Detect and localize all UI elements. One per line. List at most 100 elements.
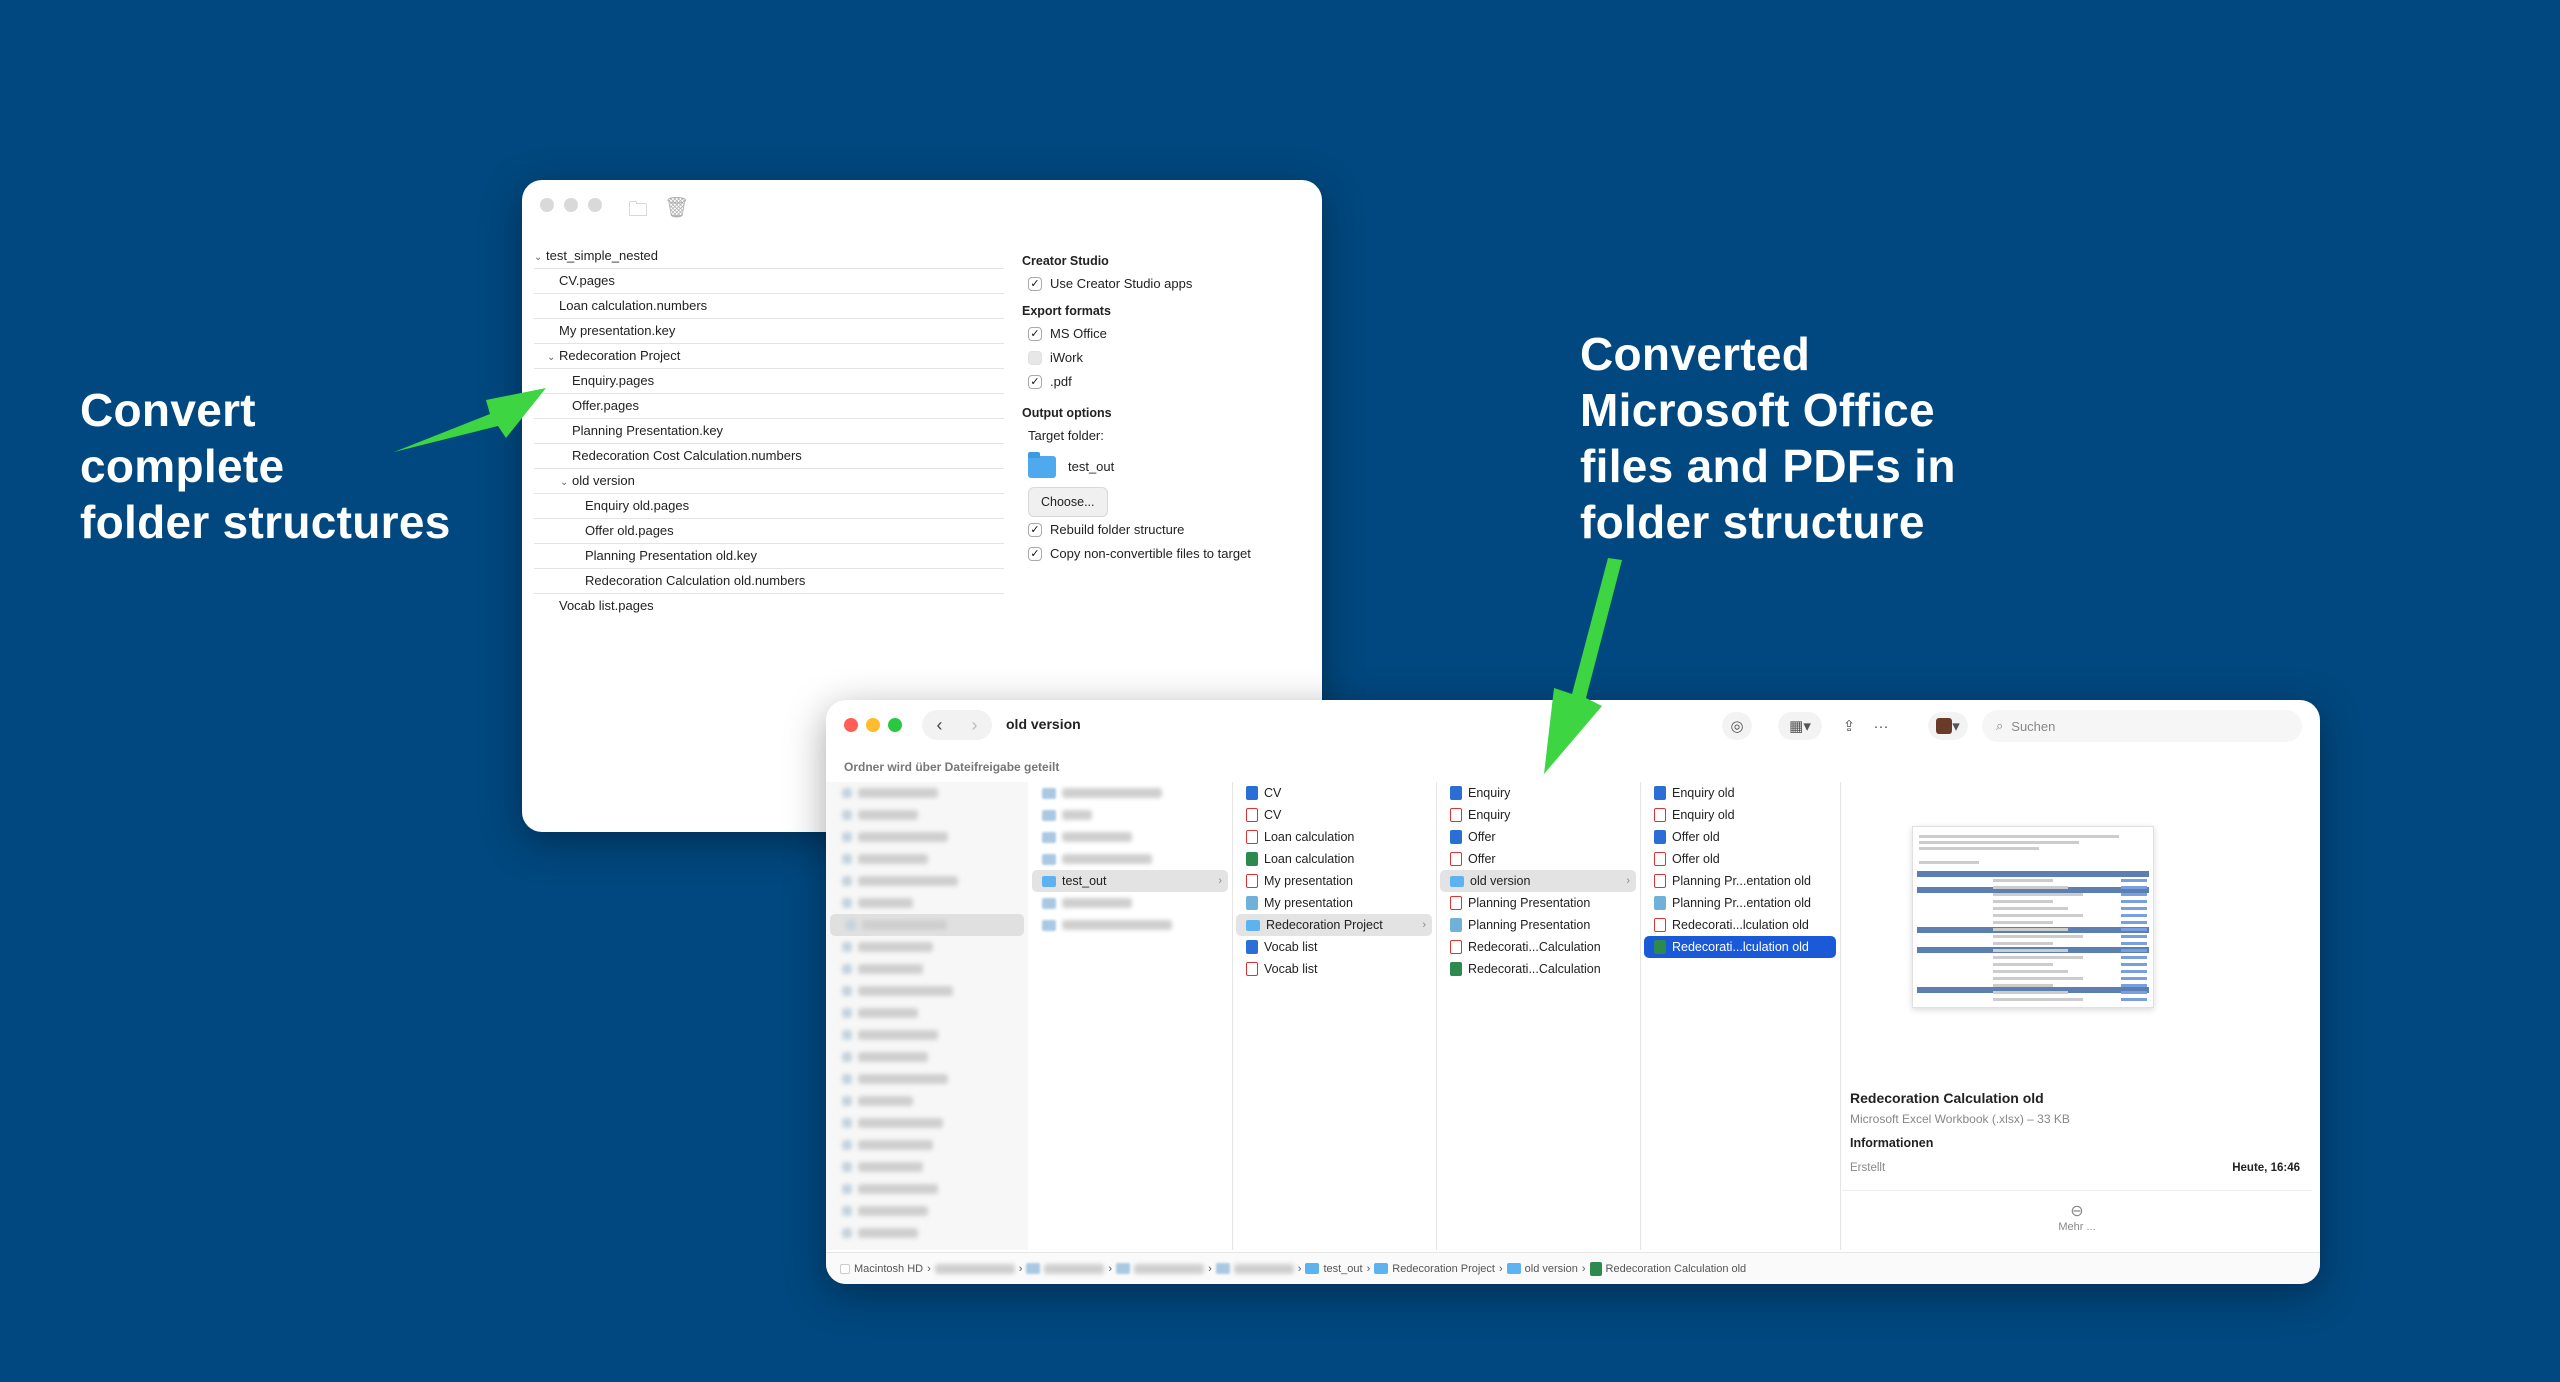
list-item[interactable] — [1032, 804, 1228, 826]
file-item[interactable]: Planning Presentation — [1440, 892, 1636, 914]
list-item[interactable]: test_out › — [1032, 870, 1228, 892]
file-item[interactable]: Planning Pr...entation old — [1644, 892, 1836, 914]
file-item[interactable]: Redecorati...lculation old — [1644, 936, 1836, 958]
tree-row[interactable]: Redecoration Cost Calculation.numbers — [534, 444, 1004, 469]
path-item[interactable]: Redecoration Calculation old — [1606, 1263, 1747, 1275]
share-icon[interactable]: ⇪ — [1834, 712, 1864, 740]
tree-row[interactable]: Enquiry.pages — [534, 369, 1004, 394]
tree-row[interactable]: Offer old.pages — [534, 519, 1004, 544]
column-old-version[interactable]: Enquiry old Enquiry old Offer old Offer old… — [1640, 782, 1841, 1250]
path-item[interactable]: Macintosh HD — [854, 1263, 923, 1275]
disclosure-icon[interactable]: ⌄ — [547, 346, 559, 370]
sidebar-item[interactable] — [826, 1112, 1028, 1134]
more-button[interactable]: ⊖ Mehr ... — [1842, 1190, 2312, 1233]
file-item[interactable]: My presentation — [1236, 892, 1432, 914]
file-item[interactable]: Loan calculation — [1236, 826, 1432, 848]
pdf-checkbox[interactable]: ✓ .pdf — [1022, 370, 1251, 394]
back-forward-buttons[interactable]: ‹ › — [922, 710, 992, 740]
view-grid-icon[interactable]: ▦▾ — [1778, 712, 1822, 740]
window-controls[interactable] — [844, 718, 902, 732]
tree-row[interactable]: Redecoration Calculation old.numbers — [534, 569, 1004, 594]
file-item[interactable]: Planning Presentation — [1440, 914, 1636, 936]
column-parent[interactable]: test_out › — [1028, 782, 1233, 1250]
path-item[interactable]: old version — [1525, 1263, 1578, 1275]
sidebar-item[interactable] — [826, 958, 1028, 980]
file-item[interactable]: Planning Pr...entation old — [1644, 870, 1836, 892]
source-file-tree[interactable]: ⌄ test_simple_nested CV.pages Loan calculat… — [534, 244, 1004, 618]
tree-row[interactable]: My presentation.key — [534, 319, 1004, 344]
tree-row[interactable]: Planning Presentation old.key — [534, 544, 1004, 569]
file-item[interactable]: Loan calculation — [1236, 848, 1432, 870]
rebuild-structure-checkbox[interactable]: ✓ Rebuild folder structure — [1022, 518, 1251, 542]
file-item[interactable]: Offer — [1440, 848, 1636, 870]
file-item[interactable]: Vocab list — [1236, 958, 1432, 980]
forward-icon[interactable]: › — [972, 715, 978, 736]
sidebar-item[interactable] — [830, 914, 1024, 936]
tag-icon[interactable]: ▾ — [1928, 712, 1968, 740]
tree-row[interactable]: Vocab list.pages — [534, 594, 1004, 618]
file-item[interactable]: Redecorati...Calculation — [1440, 936, 1636, 958]
sidebar-item[interactable] — [826, 1002, 1028, 1024]
iwork-checkbox[interactable]: iWork — [1022, 346, 1251, 370]
path-item[interactable]: test_out — [1323, 1263, 1362, 1275]
column-test-out[interactable]: CV CV Loan calculation Loan calculation My p… — [1232, 782, 1437, 1250]
file-item[interactable]: CV — [1236, 804, 1432, 826]
tree-row[interactable]: ⌄ old version — [534, 469, 1004, 494]
choose-button[interactable]: Choose... — [1028, 487, 1108, 517]
share-person-icon[interactable]: ◎ — [1722, 712, 1752, 740]
column-redecoration-project[interactable]: Enquiry Enquiry Offer Offer old version › Plan… — [1436, 782, 1641, 1250]
file-item[interactable]: Enquiry old — [1644, 804, 1836, 826]
sidebar-item[interactable] — [826, 1090, 1028, 1112]
file-item[interactable]: Offer old — [1644, 826, 1836, 848]
tree-row[interactable]: Planning Presentation.key — [534, 419, 1004, 444]
sidebar-item[interactable] — [826, 936, 1028, 958]
list-item[interactable] — [1032, 914, 1228, 936]
add-folder-icon[interactable]: 🗀 — [628, 195, 648, 229]
sidebar-item[interactable] — [826, 1222, 1028, 1244]
sidebar-item[interactable] — [826, 826, 1028, 848]
list-item[interactable] — [1032, 826, 1228, 848]
search-field[interactable]: ⌕ Suchen — [1982, 710, 2302, 742]
copy-nonconvertible-checkbox[interactable]: ✓ Copy non-convertible files to target — [1022, 542, 1251, 566]
sidebar-item[interactable] — [826, 1068, 1028, 1090]
tree-row[interactable]: ⌄ Redecoration Project — [534, 344, 1004, 369]
list-item[interactable] — [1032, 848, 1228, 870]
sidebar-item[interactable] — [826, 848, 1028, 870]
sidebar-item[interactable] — [826, 782, 1028, 804]
tree-row[interactable]: Enquiry old.pages — [534, 494, 1004, 519]
list-item[interactable] — [1032, 892, 1228, 914]
sidebar-item[interactable] — [826, 1024, 1028, 1046]
path-item[interactable]: Redecoration Project — [1392, 1263, 1495, 1275]
sidebar-item[interactable] — [826, 1046, 1028, 1068]
disclosure-icon[interactable]: ⌄ — [560, 471, 572, 495]
file-item[interactable]: Enquiry old — [1644, 782, 1836, 804]
file-item[interactable]: Offer — [1440, 826, 1636, 848]
sidebar-item[interactable] — [826, 980, 1028, 1002]
file-item[interactable]: old version › — [1440, 870, 1636, 892]
list-item[interactable] — [1032, 782, 1228, 804]
file-item[interactable]: Redecorati...Calculation — [1440, 958, 1636, 980]
trash-icon[interactable]: 🗑 — [664, 195, 689, 220]
file-item[interactable]: CV — [1236, 782, 1432, 804]
file-item[interactable]: Vocab list — [1236, 936, 1432, 958]
file-item[interactable]: Offer old — [1644, 848, 1836, 870]
tree-row[interactable]: Loan calculation.numbers — [534, 294, 1004, 319]
file-item[interactable]: Redecorati...lculation old — [1644, 914, 1836, 936]
sidebar-item[interactable] — [826, 1156, 1028, 1178]
file-item[interactable]: Enquiry — [1440, 782, 1636, 804]
disclosure-icon[interactable]: ⌄ — [534, 246, 546, 270]
file-item[interactable]: My presentation — [1236, 870, 1432, 892]
use-creator-studio-checkbox[interactable]: ✓ Use Creator Studio apps — [1022, 272, 1251, 296]
sidebar-item[interactable] — [826, 804, 1028, 826]
sidebar-item[interactable] — [826, 892, 1028, 914]
file-item[interactable]: Redecoration Project › — [1236, 914, 1432, 936]
tree-row[interactable]: Offer.pages — [534, 394, 1004, 419]
window-controls[interactable] — [540, 198, 602, 212]
tree-row[interactable]: ⌄ test_simple_nested — [534, 244, 1004, 269]
sidebar-item[interactable] — [826, 870, 1028, 892]
back-icon[interactable]: ‹ — [937, 715, 943, 736]
sidebar-item[interactable] — [826, 1178, 1028, 1200]
more-icon[interactable]: ··· — [1866, 712, 1896, 740]
ms-office-checkbox[interactable]: ✓ MS Office — [1022, 322, 1251, 346]
path-bar[interactable]: Macintosh HD › › › › › test_out › Redecora… — [826, 1252, 2320, 1284]
